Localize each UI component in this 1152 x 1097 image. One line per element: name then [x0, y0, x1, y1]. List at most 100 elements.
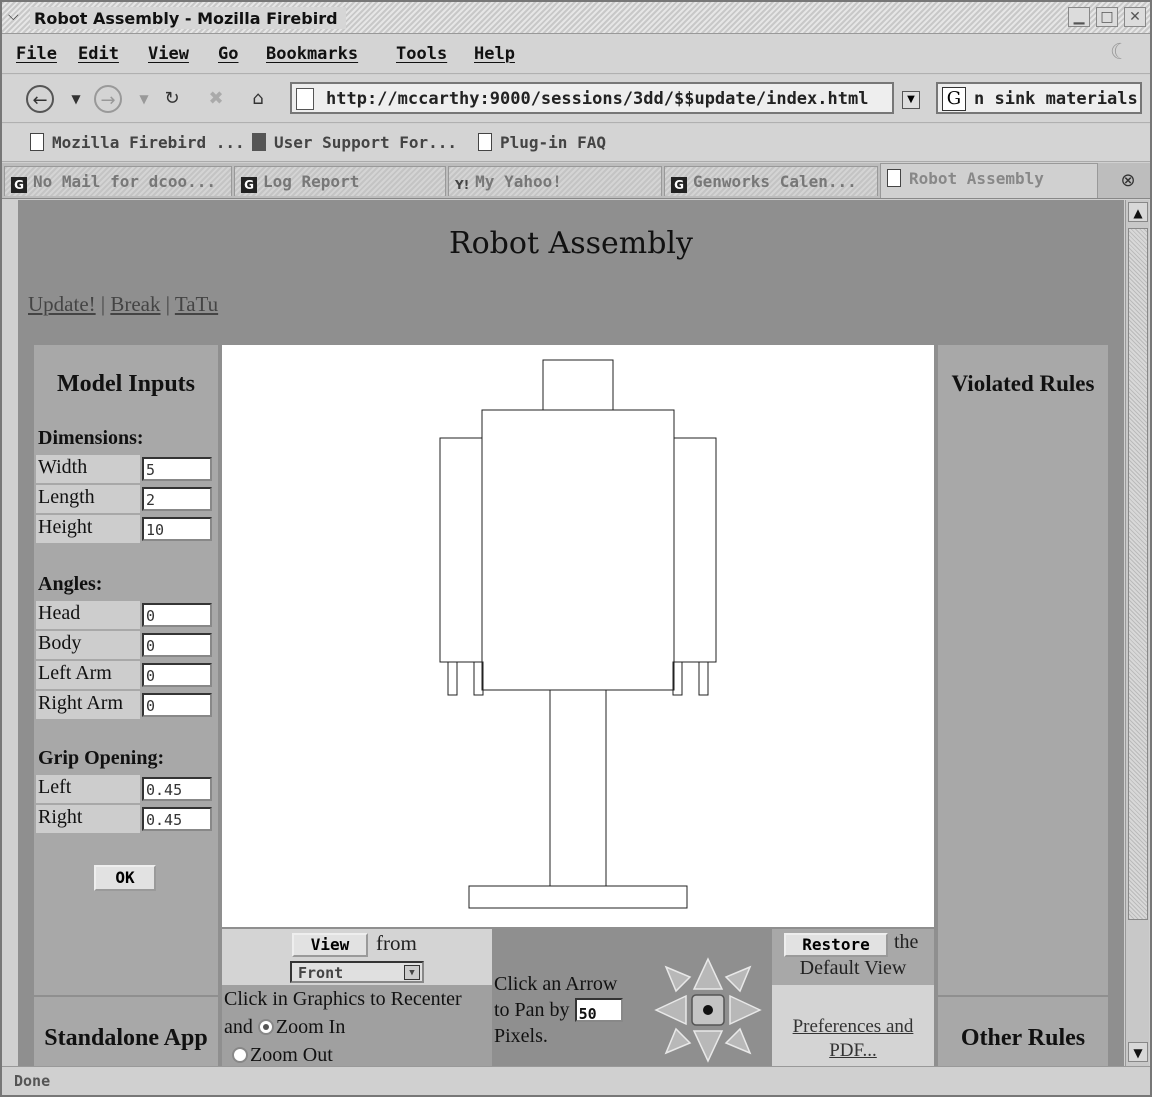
chevron-down-icon[interactable]: ▼: [404, 965, 420, 980]
forward-icon[interactable]: →: [94, 85, 122, 113]
scroll-up-icon[interactable]: ▲: [1128, 202, 1148, 222]
search-box[interactable]: G n sink materials: [936, 82, 1142, 114]
minimize-icon[interactable]: ▁: [1068, 7, 1090, 27]
scroll-down-icon[interactable]: ▼: [1128, 1042, 1148, 1062]
status-text: Done: [14, 1072, 51, 1090]
right-arm-input[interactable]: 0: [142, 693, 212, 717]
page-icon: [887, 169, 901, 187]
forward-dropdown-icon[interactable]: ▼: [130, 85, 158, 113]
pan-up-left-arrow-icon[interactable]: [664, 965, 692, 993]
restore-button[interactable]: Restore: [784, 933, 888, 957]
body-input[interactable]: 0: [142, 633, 212, 657]
zoom-in-label: Zoom In: [275, 1016, 346, 1038]
update-link[interactable]: Update!: [28, 292, 96, 316]
break-link[interactable]: Break: [110, 292, 160, 316]
status-bar: Done: [2, 1066, 1150, 1095]
pan-up-arrow-icon[interactable]: [692, 957, 724, 990]
width-label: Width: [36, 455, 140, 483]
grip-right-label: Right: [36, 805, 140, 833]
bookmarks-toolbar: Mozilla Firebird ... User Support For...…: [2, 124, 1150, 162]
graphics-canvas[interactable]: [222, 345, 934, 927]
menu-view[interactable]: View: [148, 44, 189, 64]
grip-heading: Grip Opening:: [38, 747, 165, 769]
other-rules-heading[interactable]: Other Rules: [938, 1025, 1108, 1052]
robot-column: [549, 689, 607, 887]
tab-item[interactable]: G Genworks Calen...: [664, 166, 878, 196]
yahoo-icon: Y!: [455, 178, 470, 192]
tab-item[interactable]: G No Mail for dcoo...: [4, 166, 232, 196]
pan-right-arrow-icon[interactable]: [729, 994, 762, 1026]
width-input[interactable]: 5: [142, 457, 212, 481]
zine-icon: [252, 133, 266, 151]
tab-item[interactable]: G Log Report: [234, 166, 446, 196]
throbber-icon: ☾: [1110, 40, 1130, 65]
grip-left-input[interactable]: 0.45: [142, 777, 212, 801]
pan-pixels-input[interactable]: 50: [574, 998, 623, 1023]
back-icon[interactable]: ←: [26, 85, 54, 113]
pan-text-line1: Click an Arrow: [494, 973, 618, 995]
length-input[interactable]: 2: [142, 487, 212, 511]
pan-down-right-arrow-icon[interactable]: [724, 1027, 752, 1055]
maximize-icon[interactable]: □: [1096, 7, 1118, 27]
pan-down-left-arrow-icon[interactable]: [664, 1027, 692, 1055]
pan-left-arrow-icon[interactable]: [654, 994, 687, 1026]
pan-up-right-arrow-icon[interactable]: [724, 965, 752, 993]
stop-icon[interactable]: ✖: [202, 85, 230, 113]
right-arm-label: Right Arm: [36, 691, 140, 719]
pdf-link[interactable]: PDF...: [829, 1040, 877, 1061]
menu-help[interactable]: Help: [474, 44, 515, 64]
url-text[interactable]: http://mccarthy:9000/sessions/3dd/$$upda…: [326, 89, 868, 109]
menu-go[interactable]: Go: [218, 44, 238, 64]
browser-window: ⌵ Robot Assembly - Mozilla Firebird ▁ □ …: [0, 0, 1152, 1097]
tatu-link[interactable]: TaTu: [175, 292, 218, 316]
zoom-out-radio[interactable]: [232, 1047, 248, 1063]
back-dropdown-icon[interactable]: ▼: [62, 85, 90, 113]
model-inputs-heading: Model Inputs: [56, 371, 196, 397]
view-button[interactable]: View: [292, 933, 368, 957]
navigation-toolbar: ← ▼ → ▼ ↻ ✖ ⌂ http://mccarthy:9000/sessi…: [2, 75, 1150, 123]
page-viewport: Robot Assembly Update! | Break | TaTu Mo…: [18, 200, 1124, 1066]
recenter-controls: Click in Graphics to Recenter and Zoom I…: [222, 985, 492, 1066]
tab-item[interactable]: Y! My Yahoo!: [448, 166, 662, 196]
tab-robot-assembly[interactable]: Robot Assembly: [880, 163, 1098, 198]
home-icon[interactable]: ⌂: [244, 85, 272, 113]
url-dropdown-icon[interactable]: ▼: [902, 91, 920, 109]
violated-rules-panel: Violated Rules: [938, 345, 1108, 995]
head-input[interactable]: 0: [142, 603, 212, 627]
menu-tools[interactable]: Tools: [396, 44, 447, 64]
page-title: Robot Assembly: [449, 226, 693, 261]
standalone-app-heading[interactable]: Standalone App: [34, 1025, 218, 1052]
left-arm-input[interactable]: 0: [142, 663, 212, 687]
close-tab-icon[interactable]: ⊗: [1116, 170, 1140, 192]
robot-drawing: [439, 359, 717, 909]
reload-icon[interactable]: ↻: [158, 85, 186, 113]
url-bar[interactable]: http://mccarthy:9000/sessions/3dd/$$upda…: [290, 82, 894, 114]
scroll-thumb[interactable]: [1128, 228, 1148, 920]
ok-button[interactable]: OK: [94, 865, 156, 891]
preferences-link[interactable]: Preferences and: [793, 1016, 914, 1037]
g-icon: G: [241, 177, 257, 193]
bookmark-item[interactable]: Mozilla Firebird ...: [30, 133, 245, 152]
bookmark-item[interactable]: User Support For...: [252, 133, 457, 152]
menu-bookmarks[interactable]: Bookmarks: [266, 44, 358, 64]
close-icon[interactable]: ✕: [1124, 7, 1146, 27]
pan-down-arrow-icon[interactable]: [692, 1030, 724, 1063]
vertical-scrollbar[interactable]: ▲ ▼: [1125, 200, 1149, 1066]
view-select[interactable]: Front ▼: [290, 961, 424, 983]
menu-edit[interactable]: Edit: [78, 44, 119, 64]
window-menu-icon[interactable]: ⌵: [8, 8, 28, 26]
zoom-in-radio[interactable]: [257, 1019, 274, 1035]
grip-right-input[interactable]: 0.45: [142, 807, 212, 831]
page-icon: [296, 88, 314, 110]
google-icon[interactable]: G: [942, 87, 966, 111]
tab-bar: G No Mail for dcoo... G Log Report Y! My Ya…: [2, 163, 1150, 199]
bookmark-item[interactable]: Plug-in FAQ: [478, 133, 606, 152]
search-input[interactable]: n sink materials: [974, 89, 1138, 109]
height-input[interactable]: 10: [142, 517, 212, 541]
robot-right-arm: [673, 437, 717, 663]
other-rules-panel: Other Rules: [938, 997, 1108, 1066]
bookmark-label: User Support For...: [274, 133, 458, 152]
menu-file[interactable]: File: [16, 44, 57, 64]
preferences-box: Preferences and PDF...: [772, 985, 934, 1066]
menu-bar: File Edit View Go Bookmarks Tools Help ☾: [2, 34, 1150, 74]
